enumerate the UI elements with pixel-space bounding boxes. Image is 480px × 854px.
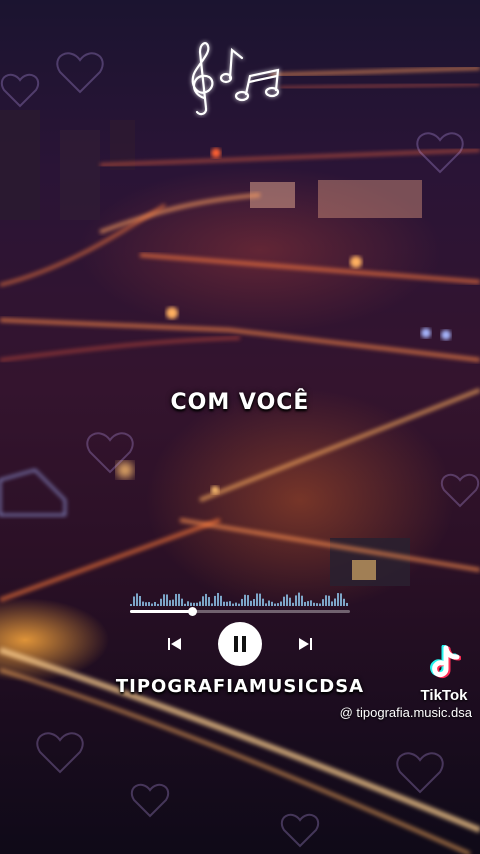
- pause-icon: [234, 636, 246, 652]
- visualizer-bar: [199, 601, 201, 606]
- visualizer-bar: [226, 601, 228, 606]
- video-frame: COM VOCÊ TIPOGRAFIAMUSICDSA TikTok @ tip…: [0, 0, 480, 854]
- visualizer-bar: [232, 603, 234, 606]
- visualizer-bar: [346, 602, 348, 606]
- visualizer-bar: [151, 603, 153, 606]
- audio-visualizer: [130, 592, 348, 606]
- visualizer-bar: [163, 594, 165, 606]
- visualizer-bar: [286, 594, 288, 606]
- tiktok-wordmark: TikTok: [420, 687, 468, 704]
- visualizer-bar: [337, 593, 339, 606]
- visualizer-bar: [295, 595, 297, 606]
- visualizer-bar: [214, 595, 216, 606]
- visualizer-bar: [298, 592, 300, 606]
- tiktok-watermark: TikTok: [412, 644, 476, 704]
- visualizer-bar: [208, 597, 210, 606]
- visualizer-bar: [325, 595, 327, 606]
- visualizer-bar: [262, 598, 264, 606]
- visualizer-bar: [148, 602, 150, 606]
- lyric-text: COM VOCÊ: [170, 390, 310, 415]
- visualizer-bar: [181, 598, 183, 606]
- visualizer-bar: [136, 593, 138, 606]
- visualizer-bar: [310, 600, 312, 606]
- visualizer-bar: [139, 596, 141, 606]
- visualizer-bar: [229, 601, 231, 606]
- tiktok-logo-icon: [430, 644, 462, 679]
- visualizer-bar: [193, 602, 195, 606]
- visualizer-bar: [268, 600, 270, 606]
- visualizer-bar: [313, 602, 315, 606]
- pause-button[interactable]: [218, 622, 262, 666]
- visualizer-bar: [316, 603, 318, 606]
- visualizer-bar: [265, 603, 267, 606]
- visualizer-bar: [241, 598, 243, 606]
- visualizer-bar: [304, 601, 306, 606]
- visualizer-bar: [157, 603, 159, 606]
- visualizer-bar: [328, 595, 330, 606]
- visualizer-bar: [277, 603, 279, 606]
- next-button[interactable]: [290, 622, 320, 666]
- visualizer-bar: [154, 601, 156, 606]
- visualizer-bar: [301, 595, 303, 606]
- skip-previous-icon: [168, 638, 181, 650]
- visualizer-bar: [184, 603, 186, 606]
- visualizer-bar: [196, 602, 198, 606]
- player-controls: [160, 622, 320, 666]
- visualizer-bar: [274, 603, 276, 606]
- skip-next-icon: [299, 638, 312, 650]
- visualizer-bar: [178, 593, 180, 606]
- visualizer-bar: [253, 599, 255, 606]
- progress-knob[interactable]: [187, 607, 197, 616]
- visualizer-bar: [340, 593, 342, 606]
- visualizer-bar: [142, 601, 144, 606]
- visualizer-bar: [202, 596, 204, 606]
- visualizer-bar: [244, 594, 246, 606]
- visualizer-bar: [220, 595, 222, 606]
- visualizer-bar: [307, 601, 309, 606]
- visualizer-bar: [250, 600, 252, 606]
- visualizer-bar: [175, 593, 177, 606]
- visualizer-bar: [211, 603, 213, 606]
- visualizer-bar: [259, 593, 261, 606]
- visualizer-bar: [289, 597, 291, 606]
- visualizer-bar: [334, 598, 336, 606]
- city-night-background: [0, 52, 480, 854]
- channel-brand-text: TIPOGRAFIAMUSICDSA: [115, 676, 365, 697]
- visualizer-bar: [205, 593, 207, 606]
- progress-fill: [130, 610, 192, 613]
- visualizer-bar: [322, 599, 324, 606]
- creator-handle[interactable]: @ tipografia.music.dsa: [340, 705, 472, 720]
- visualizer-bar: [283, 596, 285, 606]
- visualizer-bar: [280, 601, 282, 606]
- previous-button[interactable]: [160, 622, 190, 666]
- visualizer-bar: [190, 602, 192, 606]
- visualizer-bar: [166, 594, 168, 606]
- visualizer-bar: [256, 593, 258, 606]
- visualizer-bar: [319, 603, 321, 606]
- visualizer-bar: [130, 604, 132, 606]
- visualizer-bar: [343, 598, 345, 606]
- music-notes-icon: [191, 41, 280, 116]
- visualizer-bar: [331, 601, 333, 606]
- progress-bar[interactable]: [130, 607, 350, 616]
- visualizer-bar: [160, 598, 162, 606]
- visualizer-bar: [238, 603, 240, 606]
- visualizer-bar: [187, 601, 189, 606]
- visualizer-bar: [172, 599, 174, 606]
- visualizer-bar: [133, 596, 135, 606]
- visualizer-bar: [223, 601, 225, 606]
- visualizer-bar: [247, 595, 249, 606]
- visualizer-bar: [169, 600, 171, 606]
- visualizer-bar: [145, 602, 147, 606]
- visualizer-bar: [271, 601, 273, 606]
- visualizer-bar: [292, 602, 294, 606]
- visualizer-bar: [235, 602, 237, 606]
- visualizer-bar: [217, 592, 219, 606]
